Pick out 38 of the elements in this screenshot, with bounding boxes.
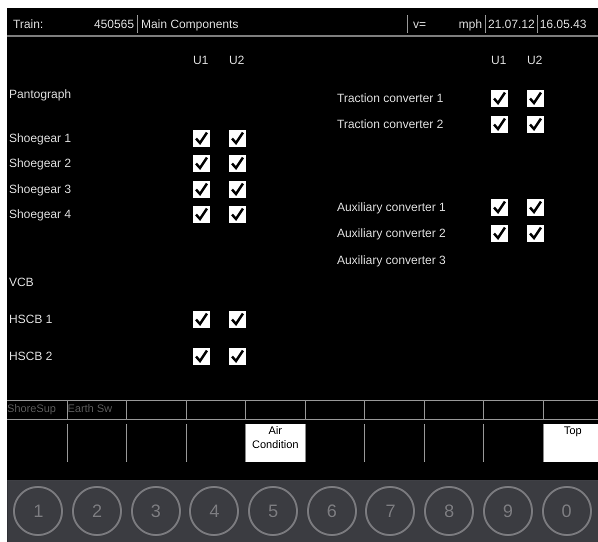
soft-key[interactable]: Air Condition <box>245 424 304 462</box>
time: 16.05.43 <box>536 15 588 33</box>
keypad-key[interactable]: 9 <box>482 486 533 536</box>
status-field: ShoreSup <box>7 401 66 419</box>
keypad-key[interactable]: 8 <box>424 486 474 536</box>
component-label: Auxiliary converter 3 <box>337 252 447 269</box>
component-label: Traction converter 1 <box>337 90 444 107</box>
column-header: U2 <box>229 52 246 69</box>
keypad-key[interactable]: 4 <box>189 486 240 536</box>
page-title: Main Components <box>137 15 407 33</box>
component-label: HSCB 1 <box>9 311 54 328</box>
component-label: VCB <box>9 274 35 291</box>
component-label: Shoegear 4 <box>9 206 72 223</box>
component-label: Shoegear 3 <box>9 181 72 198</box>
component-label: HSCB 2 <box>9 348 54 365</box>
keypad-key[interactable]: 5 <box>248 486 298 536</box>
date: 21.07.12 <box>485 15 537 33</box>
keypad-key[interactable]: 6 <box>306 486 357 536</box>
keypad-key[interactable]: 2 <box>72 486 122 536</box>
speed-label: v= <box>407 15 447 33</box>
keypad-key[interactable]: 3 <box>130 486 181 536</box>
keypad-key[interactable]: 7 <box>365 486 416 536</box>
train-number: 450565 <box>92 16 135 33</box>
component-label: Auxiliary converter 1 <box>337 199 447 216</box>
column-header: U1 <box>491 52 508 69</box>
component-label: Shoegear 1 <box>9 130 72 147</box>
component-label: Shoegear 2 <box>9 155 72 172</box>
train-label: Train: <box>12 16 44 33</box>
component-label: Traction converter 2 <box>337 116 444 133</box>
status-field: Earth Sw <box>66 401 126 419</box>
keypad-key[interactable]: 0 <box>542 486 592 536</box>
column-header: U1 <box>193 52 210 69</box>
column-header: U2 <box>527 52 544 69</box>
component-label: Pantograph <box>9 86 72 103</box>
component-label: Auxiliary converter 2 <box>337 225 447 242</box>
speed-unit: mph <box>458 16 483 33</box>
soft-key[interactable]: Top <box>542 424 598 462</box>
keypad-key[interactable]: 1 <box>13 486 64 536</box>
